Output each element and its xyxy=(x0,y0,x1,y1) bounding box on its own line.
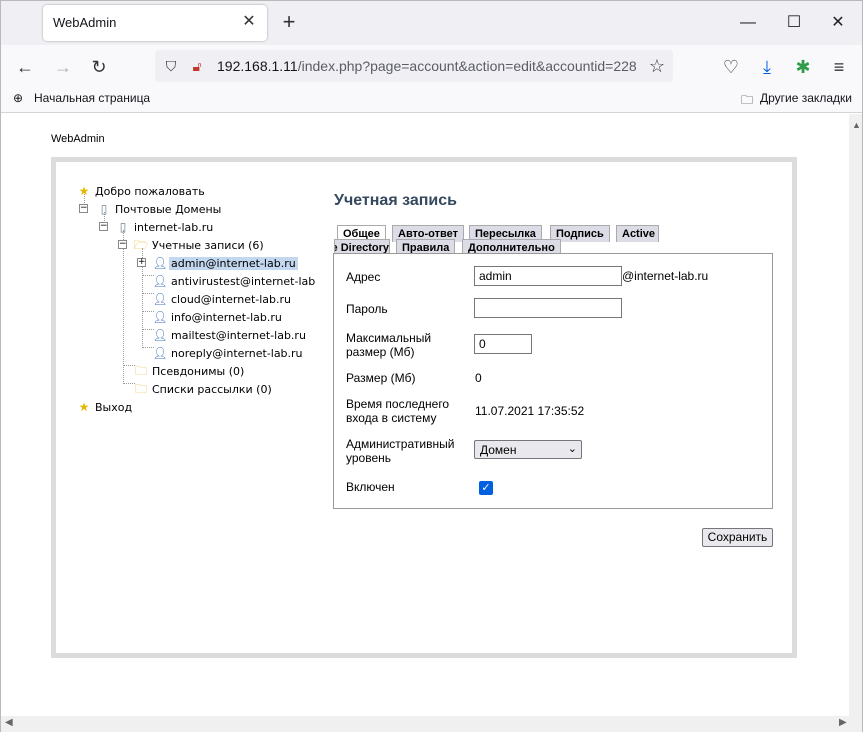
tree-item-account[interactable]: 👤︎ mailtest@internet-lab.ru xyxy=(152,326,308,344)
page-title: Учетная запись xyxy=(334,192,457,209)
horizontal-scrollbar[interactable]: ◀ ▶ xyxy=(1,716,862,732)
server-icon: ▯ xyxy=(100,202,108,216)
scroll-right-icon[interactable]: ▶ xyxy=(839,717,847,728)
password-input[interactable] xyxy=(474,298,622,318)
expand-icon[interactable]: + xyxy=(137,258,146,267)
tree-item-mail-domains[interactable]: ▯ Почтовые Домены xyxy=(96,200,223,218)
tab-title: WebAdmin xyxy=(53,15,117,30)
tree-item-account[interactable]: 👤︎ info@internet-lab.ru xyxy=(152,308,284,326)
bookmark-home[interactable]: Начальная страница xyxy=(34,91,150,105)
menu-icon[interactable]: ≡ xyxy=(825,53,853,81)
collapse-icon[interactable]: − xyxy=(99,222,108,231)
close-tab-icon[interactable]: ✕ xyxy=(239,12,259,32)
folder-open-icon: 🗁︎ xyxy=(133,238,149,252)
chevron-down-icon: ⌄ xyxy=(567,443,577,455)
maximize-icon[interactable]: ☐ xyxy=(779,11,809,35)
close-window-icon[interactable]: ✕ xyxy=(823,11,853,35)
reload-icon[interactable]: ↻ xyxy=(85,53,113,81)
user-icon: 👤︎ xyxy=(152,310,168,324)
tab-active-directory[interactable]: Active Directory xyxy=(616,225,659,242)
user-icon: 👤︎ xyxy=(152,292,168,306)
url-text: 192.168.1.11/index.php?page=account&acti… xyxy=(217,58,637,74)
tree-item-account[interactable]: 👤︎ noreply@internet-lab.ru xyxy=(152,344,305,362)
account-form: Адрес @internet-lab.ru Пароль Максимальн… xyxy=(333,253,773,509)
bookmark-other[interactable]: Другие закладки xyxy=(760,91,852,105)
pocket-icon[interactable]: ♡ xyxy=(717,53,745,81)
enabled-label: Включен xyxy=(346,480,395,494)
scroll-left-icon[interactable]: ◀ xyxy=(5,717,13,728)
globe-icon: ⊕ xyxy=(13,91,24,105)
maxsize-label: Максимальный размер (Мб) xyxy=(346,331,432,359)
lastlogin-label: Время последнего входа в систему xyxy=(346,397,450,425)
bookmarks-bar: ⊕ Начальная страница 🗀︎ Другие закладки xyxy=(1,87,862,113)
adminlevel-select[interactable]: Домен ⌄ xyxy=(474,440,582,459)
address-suffix: @internet-lab.ru xyxy=(622,269,709,283)
url-bar[interactable]: ⛉ 🔓︎ 192.168.1.11/index.php?page=account… xyxy=(155,50,673,82)
checkmark-icon: ✓ xyxy=(481,482,491,494)
collapse-icon[interactable]: − xyxy=(79,204,88,213)
lastlogin-value: 11.07.2021 17:35:52 xyxy=(475,404,585,418)
tree-item-domain[interactable]: ▯ internet-lab.ru xyxy=(115,218,215,236)
admin-frame: ★ Добро пожаловать ▯ Почтовые Домены − ▯ in… xyxy=(51,157,797,658)
enabled-checkbox[interactable]: ✓ xyxy=(479,481,493,495)
navigation-bar: ← → ↻ ⛉ 🔓︎ 192.168.1.11/index.php?page=a… xyxy=(1,45,862,87)
address-label: Адрес xyxy=(346,270,381,284)
user-icon: 👤︎ xyxy=(152,274,168,288)
tree-item-welcome[interactable]: ★ Добро пожаловать xyxy=(76,182,207,200)
size-value: 0 xyxy=(475,371,482,385)
maxsize-input[interactable] xyxy=(474,334,532,354)
tree-item-accounts[interactable]: 🗁︎ Учетные записи (6) xyxy=(133,236,266,254)
tree-item-account[interactable]: 👤︎ antivirustest@internet-lab xyxy=(152,272,317,290)
browser-tab[interactable]: WebAdmin ✕ xyxy=(43,5,267,41)
page-content: WebAdmin ★ Добро пожаловать ▯ Почтовые Д… xyxy=(1,114,849,716)
minimize-icon[interactable]: — xyxy=(733,11,763,35)
tree-item-account[interactable]: 👤︎ admin@internet-lab.ru xyxy=(152,254,298,272)
adminlevel-value: Домен xyxy=(480,443,517,457)
folder-icon: 🗀︎ xyxy=(741,93,754,107)
tree-item-logout[interactable]: ★ Выход xyxy=(76,398,134,416)
star-icon: ★ xyxy=(78,184,90,198)
bookmark-star-icon[interactable]: ☆ xyxy=(645,54,669,78)
tree-item-aliases[interactable]: 🗀︎ Псевдонимы (0) xyxy=(133,362,246,380)
save-button[interactable]: Сохранить xyxy=(702,528,773,547)
user-icon: 👤︎ xyxy=(152,256,168,270)
tree-item-account[interactable]: 👤︎ cloud@internet-lab.ru xyxy=(152,290,293,308)
browser-window: WebAdmin ✕ + — ☐ ✕ ← → ↻ ⛉ 🔓︎ 192.168.1.… xyxy=(0,0,863,732)
user-icon: 👤︎ xyxy=(152,328,168,342)
folder-icon: 🗀︎ xyxy=(134,364,147,378)
collapse-icon[interactable]: − xyxy=(118,240,127,249)
adminlevel-label: Административный уровень xyxy=(346,437,455,465)
server-icon: ▯ xyxy=(119,220,127,234)
new-tab-icon[interactable]: + xyxy=(277,11,301,35)
address-input[interactable] xyxy=(474,266,622,286)
size-label: Размер (Мб) xyxy=(346,371,416,385)
password-label: Пароль xyxy=(346,302,388,316)
user-icon: 👤︎ xyxy=(152,346,168,360)
folder-icon: 🗀︎ xyxy=(134,382,147,396)
shield-icon[interactable]: ⛉ xyxy=(161,56,181,76)
extension-icon[interactable]: ✱ xyxy=(789,53,817,81)
vertical-scrollbar[interactable]: ▲ xyxy=(849,114,862,716)
back-icon[interactable]: ← xyxy=(11,53,39,81)
scroll-up-icon[interactable]: ▲ xyxy=(852,120,861,130)
download-icon[interactable]: ⤓ xyxy=(753,53,781,81)
insecure-lock-icon[interactable]: 🔓︎ xyxy=(187,56,207,76)
title-bar: WebAdmin ✕ + — ☐ ✕ xyxy=(1,1,862,45)
forward-icon[interactable]: → xyxy=(49,53,77,81)
star-icon: ★ xyxy=(78,400,90,414)
brand-label: WebAdmin xyxy=(51,133,105,145)
tree-item-lists[interactable]: 🗀︎ Списки рассылки (0) xyxy=(133,380,274,398)
